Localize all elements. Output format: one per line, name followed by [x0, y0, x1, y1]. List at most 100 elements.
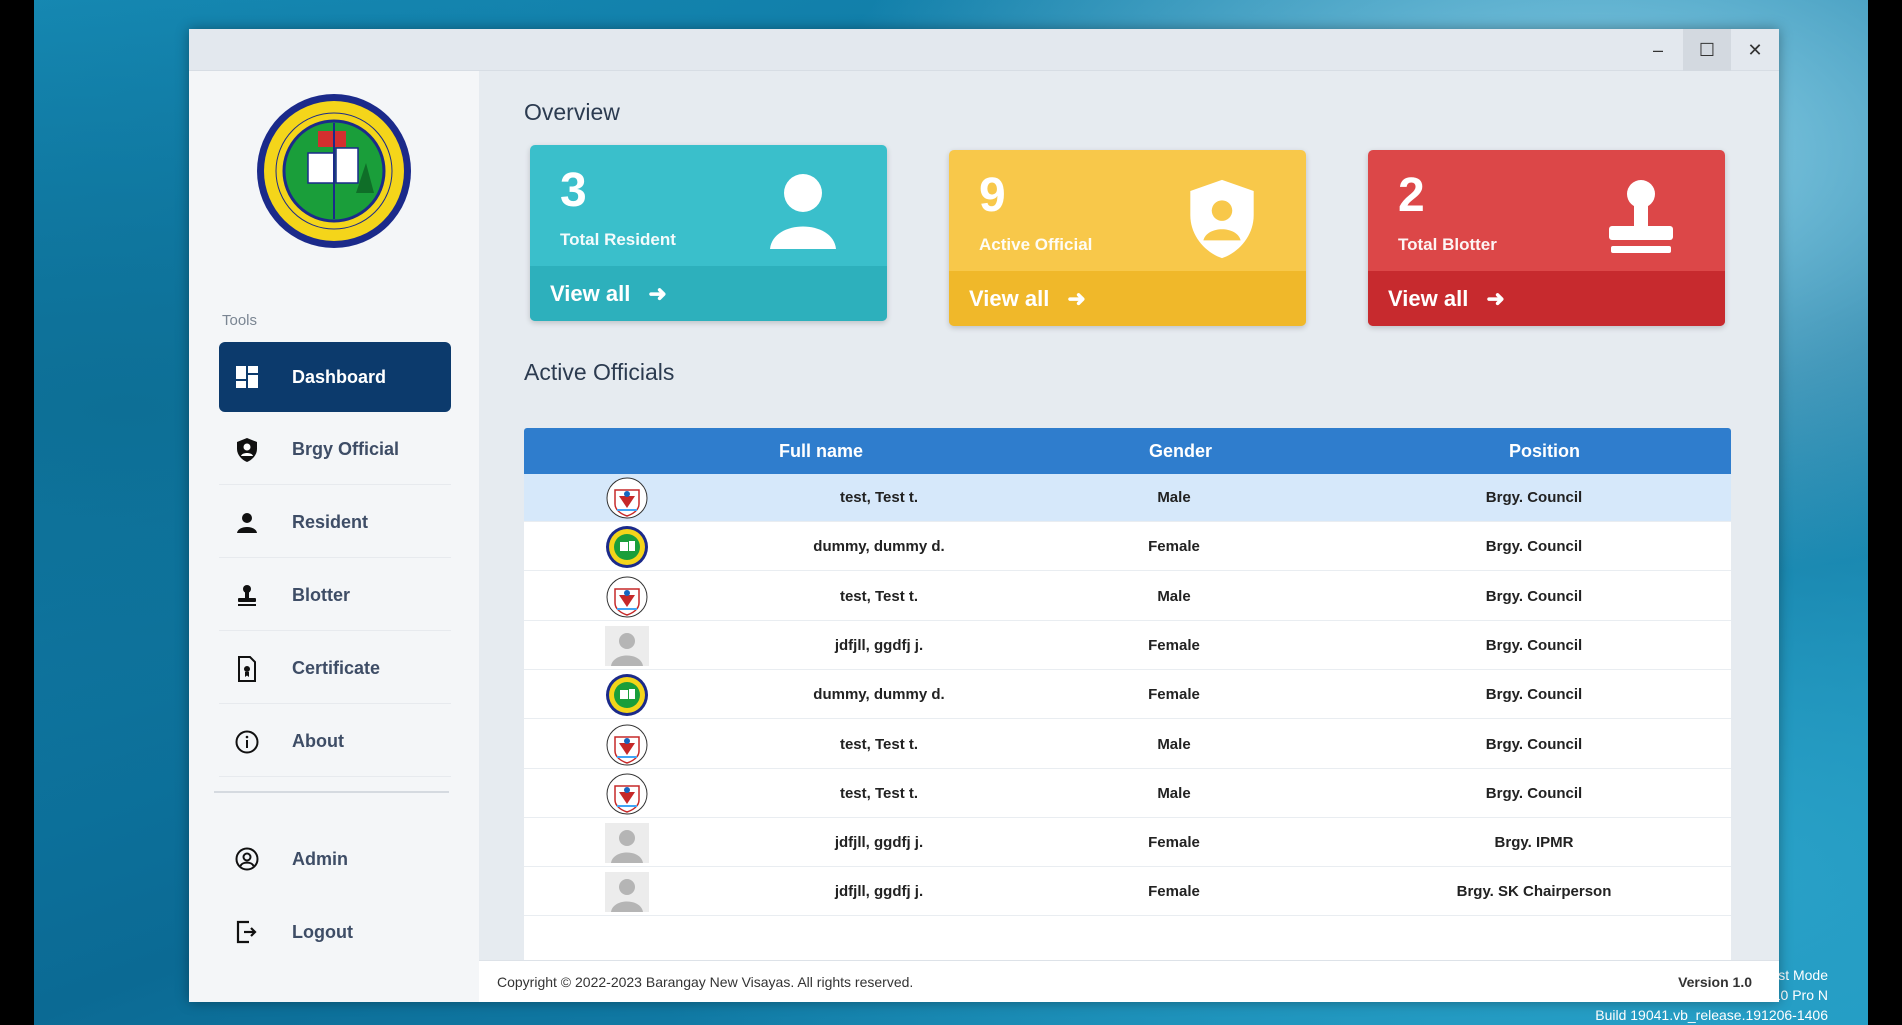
app-window: – ☐ ✕ Tools Dashboard Brgy Official Resi… — [189, 29, 1779, 1002]
stamp-icon — [234, 583, 260, 609]
official-photo — [604, 773, 650, 815]
stamp-icon — [1609, 180, 1673, 253]
table-row[interactable]: test, Test t. Male Brgy. Council — [524, 721, 1731, 769]
cell-gender: Female — [1148, 834, 1200, 852]
cell-position: Brgy. Council — [1485, 489, 1583, 506]
table-row[interactable]: test, Test t. Male Brgy. Council — [524, 573, 1731, 621]
sidebar-item-logout[interactable]: Logout — [219, 897, 451, 967]
maximize-button[interactable]: ☐ — [1683, 29, 1731, 71]
sidebar-item-label: Logout — [292, 921, 353, 942]
cell-position: Brgy. Council — [1485, 686, 1583, 704]
shield-user-icon — [1190, 179, 1254, 259]
cell-gender: Female — [1148, 538, 1200, 556]
table-row[interactable]: jdfjll, ggdfj j. Female Brgy. SK Chairpers… — [524, 868, 1731, 917]
cell-full-name: dummy, dummy d. — [813, 686, 945, 704]
sidebar-item-label: Dashboard — [292, 366, 387, 387]
table-row[interactable]: jdfjll, ggdfj j. Female Brgy. IPMR — [524, 819, 1731, 868]
cell-gender: Female — [1148, 686, 1200, 704]
card-count: 9 — [979, 169, 1006, 222]
arrow-right-icon: ➜ — [1067, 285, 1086, 311]
sidebar-item-dashboard[interactable]: Dashboard — [219, 342, 451, 412]
overview-title: Overview — [524, 99, 620, 125]
view-all-officials-button[interactable]: View all ➜ — [949, 271, 1306, 326]
cell-full-name: test, Test t. — [839, 784, 919, 802]
arrow-right-icon: ➜ — [648, 280, 667, 306]
cell-full-name: jdfjll, ggdfj j. — [834, 883, 924, 901]
total-blotter-card[interactable]: 2 Total Blotter View all ➜ — [1368, 150, 1725, 326]
sidebar-item-blotter[interactable]: Blotter — [219, 561, 451, 631]
official-photo — [604, 576, 650, 618]
sidebar-item-label: Blotter — [292, 585, 350, 605]
user-icon — [234, 510, 260, 536]
desktop-background: Test Mode Windows 10 Pro N Build 19041.v… — [34, 0, 1868, 1025]
cell-position: Brgy. Council — [1485, 587, 1583, 605]
default-avatar-icon — [604, 625, 650, 666]
certificate-icon — [234, 655, 260, 682]
view-all-residents-button[interactable]: View all ➜ — [530, 266, 887, 321]
close-button[interactable]: ✕ — [1731, 29, 1779, 71]
watermark-line: Build 19041.vb_release.191206-1406 — [1595, 1007, 1828, 1023]
cell-position: Brgy. Council — [1485, 538, 1583, 556]
column-header-gender[interactable]: Gender — [1149, 441, 1212, 462]
cell-full-name: jdfjll, ggdfj j. — [834, 636, 924, 654]
user-icon — [770, 174, 836, 249]
user-circle-icon — [234, 846, 260, 872]
table-row[interactable]: dummy, dummy d. Female Brgy. Council — [524, 671, 1731, 720]
card-count: 2 — [1398, 169, 1425, 222]
cell-gender: Female — [1148, 636, 1200, 654]
active-official-card[interactable]: 9 Active Official View all ➜ — [949, 150, 1306, 326]
cell-gender: Male — [1157, 735, 1191, 753]
sidebar-item-certificate[interactable]: Certificate — [219, 634, 451, 704]
copyright-text: Copyright © 2022-2023 Barangay New Visay… — [497, 973, 914, 990]
footer: Copyright © 2022-2023 Barangay New Visay… — [479, 960, 1779, 1002]
cell-gender: Male — [1157, 784, 1191, 802]
shield-user-icon — [234, 437, 260, 463]
main-content: Overview 3 Total Resident View all ➜ 9 A… — [479, 71, 1779, 1002]
barangay-seal-logo — [257, 94, 411, 248]
view-all-label: View all — [550, 280, 631, 306]
cell-gender: Male — [1157, 489, 1191, 506]
official-photo — [604, 477, 650, 519]
official-photo — [604, 724, 650, 765]
column-header-full-name[interactable]: Full name — [779, 441, 863, 462]
card-count: 3 — [560, 164, 587, 217]
table-row[interactable]: test, Test t. Male Brgy. Council — [524, 474, 1731, 522]
version-text: Version 1.0 — [1678, 973, 1752, 990]
cell-full-name: dummy, dummy d. — [813, 538, 945, 556]
sidebar-item-label: About — [292, 731, 344, 751]
cell-position: Brgy. Council — [1485, 636, 1583, 654]
view-all-label: View all — [1388, 285, 1469, 311]
official-photo — [604, 674, 650, 717]
default-avatar-icon — [604, 872, 650, 913]
card-label: Total Resident — [560, 230, 676, 249]
cell-full-name: jdfjll, ggdfj j. — [834, 834, 924, 852]
view-all-blotter-button[interactable]: View all ➜ — [1368, 271, 1725, 326]
sidebar-item-brgy-official[interactable]: Brgy Official — [219, 415, 451, 485]
table-row[interactable]: dummy, dummy d. Female Brgy. Council — [524, 523, 1731, 572]
sidebar-item-about[interactable]: About — [219, 707, 451, 777]
sidebar: Tools Dashboard Brgy Official Resident B… — [189, 71, 479, 1002]
info-icon — [234, 729, 260, 755]
table-row[interactable]: jdfjll, ggdfj j. Female Brgy. Council — [524, 622, 1731, 670]
cell-position: Brgy. Council — [1485, 735, 1583, 753]
cell-gender: Female — [1148, 883, 1200, 901]
tools-label: Tools — [222, 312, 258, 329]
card-label: Active Official — [979, 235, 1093, 254]
sidebar-item-resident[interactable]: Resident — [219, 488, 451, 558]
table-row[interactable]: test, Test t. Male Brgy. Council — [524, 770, 1731, 818]
minimize-button[interactable]: – — [1634, 29, 1682, 71]
cell-full-name: test, Test t. — [839, 587, 919, 605]
sidebar-item-label: Certificate — [292, 658, 381, 678]
total-resident-card[interactable]: 3 Total Resident View all ➜ — [530, 145, 887, 321]
active-officials-title: Active Officials — [524, 359, 675, 385]
title-bar: – ☐ ✕ — [189, 29, 1779, 71]
default-avatar-icon — [604, 823, 650, 864]
cell-position: Brgy. SK Chairperson — [1456, 883, 1612, 901]
officials-table: Full name Gender Position test, Test t. M… — [524, 428, 1731, 965]
sidebar-item-label: Resident — [292, 512, 369, 532]
sidebar-divider — [214, 791, 449, 793]
column-header-position[interactable]: Position — [1509, 441, 1580, 462]
sidebar-item-label: Admin — [292, 848, 348, 869]
cell-position: Brgy. IPMR — [1494, 834, 1574, 852]
sidebar-item-admin[interactable]: Admin — [219, 824, 451, 894]
